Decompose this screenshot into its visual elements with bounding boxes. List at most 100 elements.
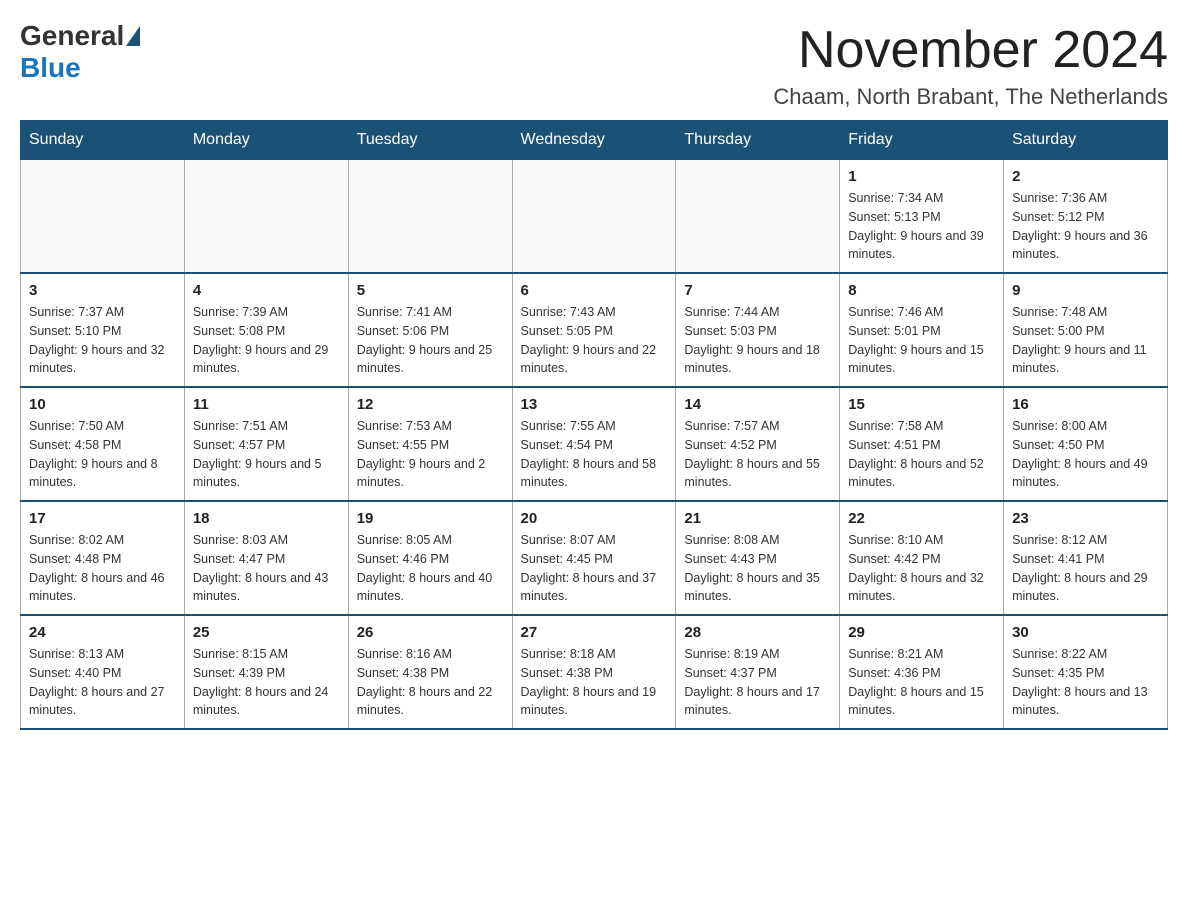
calendar-cell: 24Sunrise: 8:13 AM Sunset: 4:40 PM Dayli…: [21, 615, 185, 729]
day-info: Sunrise: 7:39 AM Sunset: 5:08 PM Dayligh…: [193, 303, 340, 378]
header-wednesday: Wednesday: [512, 121, 676, 160]
logo: General Blue: [20, 20, 142, 84]
day-info: Sunrise: 7:48 AM Sunset: 5:00 PM Dayligh…: [1012, 303, 1159, 378]
calendar-cell: 28 Sunrise: 8:19 AM Sunset: 4:37 PM Dayli…: [676, 615, 840, 729]
day-info: Sunrise: 7:41 AM Sunset: 5:06 PM Dayligh…: [357, 303, 504, 378]
calendar-cell: 16 Sunrise: 8:00 AM Sunset: 4:50 PM Dayli…: [1004, 387, 1168, 501]
header-sunday: Sunday: [21, 121, 185, 160]
day-number: 8: [848, 282, 995, 299]
day-info: Sunrise: 7:44 AM Sunset: 5:03 PM Dayligh…: [684, 303, 831, 378]
calendar-cell: 14 Sunrise: 7:57 AM Sunset: 4:52 PM Dayli…: [676, 387, 840, 501]
day-info: Sunrise: 7:58 AM Sunset: 4:51 PM Dayligh…: [848, 417, 995, 492]
calendar-cell: 1 Sunrise: 7:34 AM Sunset: 5:13 PM Daylig…: [840, 160, 1004, 274]
day-number: 13: [521, 396, 668, 413]
day-number: 16: [1012, 396, 1159, 413]
day-number: 10: [29, 396, 176, 413]
page-header: General Blue November 2024 Chaam, North …: [20, 20, 1168, 110]
day-number: 6: [521, 282, 668, 299]
day-number: 14: [684, 396, 831, 413]
day-info: Sunrise: 7:55 AM Sunset: 4:54 PM Dayligh…: [521, 417, 668, 492]
day-number: 15: [848, 396, 995, 413]
day-number: 1: [848, 168, 995, 185]
calendar-week-row: 24Sunrise: 8:13 AM Sunset: 4:40 PM Dayli…: [21, 615, 1168, 729]
day-number: 3: [29, 282, 176, 299]
calendar-cell: 11 Sunrise: 7:51 AM Sunset: 4:57 PM Dayli…: [184, 387, 348, 501]
day-info: Sunrise: 8:02 AM Sunset: 4:48 PM Dayligh…: [29, 531, 176, 606]
calendar-cell: 20Sunrise: 8:07 AM Sunset: 4:45 PM Dayli…: [512, 501, 676, 615]
day-info: Sunrise: 7:46 AM Sunset: 5:01 PM Dayligh…: [848, 303, 995, 378]
day-number: 9: [1012, 282, 1159, 299]
calendar-cell: 26 Sunrise: 8:16 AM Sunset: 4:38 PM Dayli…: [348, 615, 512, 729]
day-info: Sunrise: 8:10 AM Sunset: 4:42 PM Dayligh…: [848, 531, 995, 606]
day-number: 20: [521, 510, 668, 527]
logo-general-text: General: [20, 20, 124, 52]
calendar-cell: 19Sunrise: 8:05 AM Sunset: 4:46 PM Dayli…: [348, 501, 512, 615]
day-number: 26: [357, 624, 504, 641]
day-number: 28: [684, 624, 831, 641]
calendar-cell: 18 Sunrise: 8:03 AM Sunset: 4:47 PM Dayli…: [184, 501, 348, 615]
calendar-week-row: 1 Sunrise: 7:34 AM Sunset: 5:13 PM Daylig…: [21, 160, 1168, 274]
logo-triangle-icon: [126, 26, 140, 46]
day-info: Sunrise: 7:37 AM Sunset: 5:10 PM Dayligh…: [29, 303, 176, 378]
calendar-cell: 22 Sunrise: 8:10 AM Sunset: 4:42 PM Dayli…: [840, 501, 1004, 615]
title-area: November 2024 Chaam, North Brabant, The …: [773, 20, 1168, 110]
calendar-cell: 4 Sunrise: 7:39 AM Sunset: 5:08 PM Daylig…: [184, 273, 348, 387]
month-year-title: November 2024: [773, 20, 1168, 80]
day-info: Sunrise: 7:50 AM Sunset: 4:58 PM Dayligh…: [29, 417, 176, 492]
calendar-cell: [348, 160, 512, 274]
day-info: Sunrise: 8:16 AM Sunset: 4:38 PM Dayligh…: [357, 645, 504, 720]
calendar-cell: [512, 160, 676, 274]
day-number: 27: [521, 624, 668, 641]
calendar-cell: 27 Sunrise: 8:18 AM Sunset: 4:38 PM Dayli…: [512, 615, 676, 729]
calendar-cell: 29 Sunrise: 8:21 AM Sunset: 4:36 PM Dayli…: [840, 615, 1004, 729]
day-number: 25: [193, 624, 340, 641]
day-number: 18: [193, 510, 340, 527]
calendar-cell: [21, 160, 185, 274]
day-info: Sunrise: 8:21 AM Sunset: 4:36 PM Dayligh…: [848, 645, 995, 720]
calendar-table: SundayMondayTuesdayWednesdayThursdayFrid…: [20, 120, 1168, 730]
day-info: Sunrise: 7:51 AM Sunset: 4:57 PM Dayligh…: [193, 417, 340, 492]
day-info: Sunrise: 8:18 AM Sunset: 4:38 PM Dayligh…: [521, 645, 668, 720]
header-saturday: Saturday: [1004, 121, 1168, 160]
day-number: 29: [848, 624, 995, 641]
day-info: Sunrise: 8:22 AM Sunset: 4:35 PM Dayligh…: [1012, 645, 1159, 720]
day-number: 5: [357, 282, 504, 299]
day-info: Sunrise: 7:57 AM Sunset: 4:52 PM Dayligh…: [684, 417, 831, 492]
calendar-cell: 6 Sunrise: 7:43 AM Sunset: 5:05 PM Daylig…: [512, 273, 676, 387]
day-info: Sunrise: 8:13 AM Sunset: 4:40 PM Dayligh…: [29, 645, 176, 720]
day-info: Sunrise: 8:00 AM Sunset: 4:50 PM Dayligh…: [1012, 417, 1159, 492]
day-info: Sunrise: 7:43 AM Sunset: 5:05 PM Dayligh…: [521, 303, 668, 378]
calendar-cell: 3 Sunrise: 7:37 AM Sunset: 5:10 PM Daylig…: [21, 273, 185, 387]
calendar-header-row: SundayMondayTuesdayWednesdayThursdayFrid…: [21, 121, 1168, 160]
day-number: 12: [357, 396, 504, 413]
calendar-cell: 10 Sunrise: 7:50 AM Sunset: 4:58 PM Dayli…: [21, 387, 185, 501]
calendar-cell: 8 Sunrise: 7:46 AM Sunset: 5:01 PM Daylig…: [840, 273, 1004, 387]
logo-blue-text: Blue: [20, 52, 81, 83]
calendar-cell: 13 Sunrise: 7:55 AM Sunset: 4:54 PM Dayli…: [512, 387, 676, 501]
calendar-week-row: 10 Sunrise: 7:50 AM Sunset: 4:58 PM Dayli…: [21, 387, 1168, 501]
day-info: Sunrise: 8:15 AM Sunset: 4:39 PM Dayligh…: [193, 645, 340, 720]
calendar-cell: [184, 160, 348, 274]
header-monday: Monday: [184, 121, 348, 160]
day-number: 19: [357, 510, 504, 527]
calendar-cell: 25 Sunrise: 8:15 AM Sunset: 4:39 PM Dayli…: [184, 615, 348, 729]
calendar-cell: 23Sunrise: 8:12 AM Sunset: 4:41 PM Dayli…: [1004, 501, 1168, 615]
calendar-cell: 2Sunrise: 7:36 AM Sunset: 5:12 PM Daylig…: [1004, 160, 1168, 274]
day-number: 11: [193, 396, 340, 413]
calendar-cell: 5 Sunrise: 7:41 AM Sunset: 5:06 PM Daylig…: [348, 273, 512, 387]
calendar-week-row: 3 Sunrise: 7:37 AM Sunset: 5:10 PM Daylig…: [21, 273, 1168, 387]
calendar-week-row: 17Sunrise: 8:02 AM Sunset: 4:48 PM Dayli…: [21, 501, 1168, 615]
header-tuesday: Tuesday: [348, 121, 512, 160]
day-number: 22: [848, 510, 995, 527]
day-number: 4: [193, 282, 340, 299]
day-info: Sunrise: 8:08 AM Sunset: 4:43 PM Dayligh…: [684, 531, 831, 606]
calendar-cell: 30Sunrise: 8:22 AM Sunset: 4:35 PM Dayli…: [1004, 615, 1168, 729]
day-number: 23: [1012, 510, 1159, 527]
day-info: Sunrise: 7:53 AM Sunset: 4:55 PM Dayligh…: [357, 417, 504, 492]
day-info: Sunrise: 8:19 AM Sunset: 4:37 PM Dayligh…: [684, 645, 831, 720]
day-number: 21: [684, 510, 831, 527]
day-info: Sunrise: 8:03 AM Sunset: 4:47 PM Dayligh…: [193, 531, 340, 606]
day-info: Sunrise: 7:34 AM Sunset: 5:13 PM Dayligh…: [848, 189, 995, 264]
header-friday: Friday: [840, 121, 1004, 160]
day-number: 2: [1012, 168, 1159, 185]
